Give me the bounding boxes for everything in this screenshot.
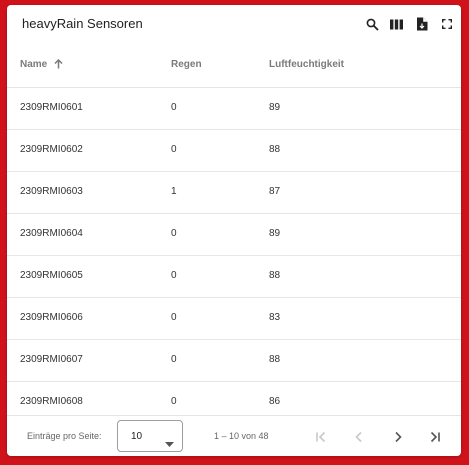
cell-regen: 0 [171, 144, 177, 155]
cell-name: 2309RMI0602 [20, 144, 83, 155]
table-pagination: Einträge pro Seite: 10 1 – 10 von 48 [7, 415, 461, 456]
cell-name: 2309RMI0607 [20, 354, 83, 365]
sort-ascending-icon[interactable] [54, 58, 63, 72]
columns-icon[interactable] [388, 16, 404, 32]
cell-luftfeuchtigkeit: 88 [269, 144, 281, 155]
first-page-icon[interactable] [313, 429, 329, 445]
cell-name: 2309RMI0606 [20, 312, 83, 323]
column-header-label: Name [20, 59, 48, 70]
export-icon[interactable] [414, 16, 430, 32]
search-icon[interactable] [364, 16, 380, 32]
table-row[interactable]: 2309RMI0603 1 87 [7, 172, 461, 214]
cell-name: 2309RMI0608 [20, 396, 83, 407]
table-body: 2309RMI0601 0 89 2309RMI0602 0 88 2309RM… [7, 88, 461, 415]
cell-name: 2309RMI0604 [20, 228, 83, 239]
dropdown-arrow-icon [165, 434, 174, 452]
pagination-range: 1 – 10 von 48 [214, 431, 269, 441]
cell-regen: 0 [171, 270, 177, 281]
cell-luftfeuchtigkeit: 83 [269, 312, 281, 323]
cell-regen: 0 [171, 228, 177, 239]
cell-name: 2309RMI0605 [20, 270, 83, 281]
cell-luftfeuchtigkeit: 89 [269, 102, 281, 113]
cell-luftfeuchtigkeit: 88 [269, 354, 281, 365]
fullscreen-icon[interactable] [439, 16, 455, 32]
table-row[interactable]: 2309RMI0605 0 88 [7, 256, 461, 298]
cell-luftfeuchtigkeit: 87 [269, 186, 281, 197]
table-row[interactable]: 2309RMI0608 0 86 [7, 382, 461, 415]
next-page-icon[interactable] [390, 429, 406, 445]
rows-per-page-label: Einträge pro Seite: [27, 431, 102, 441]
rows-per-page-value: 10 [131, 431, 143, 442]
cell-luftfeuchtigkeit: 89 [269, 228, 281, 239]
table-row[interactable]: 2309RMI0601 0 89 [7, 88, 461, 130]
table-row[interactable]: 2309RMI0602 0 88 [7, 130, 461, 172]
rows-per-page-select[interactable]: 10 [117, 420, 183, 452]
table-row[interactable]: 2309RMI0607 0 88 [7, 340, 461, 382]
column-header-name[interactable]: Name [20, 58, 63, 72]
cell-regen: 0 [171, 354, 177, 365]
table-row[interactable]: 2309RMI0604 0 89 [7, 214, 461, 256]
cell-name: 2309RMI0601 [20, 102, 83, 113]
column-header-regen[interactable]: Regen [171, 59, 202, 70]
cell-regen: 0 [171, 396, 177, 407]
cell-regen: 0 [171, 102, 177, 113]
table-header-row: Name Regen Luftfeuchtigkeit [7, 43, 461, 88]
previous-page-icon[interactable] [351, 429, 367, 445]
table-toolbar: heavyRain Sensoren [7, 5, 461, 43]
last-page-icon[interactable] [427, 429, 443, 445]
cell-luftfeuchtigkeit: 86 [269, 396, 281, 407]
cell-regen: 1 [171, 186, 177, 197]
sensor-table-card: heavyRain Sensoren Name Regen Luftfeucht… [7, 5, 461, 456]
cell-name: 2309RMI0603 [20, 186, 83, 197]
column-header-luftfeuchtigkeit[interactable]: Luftfeuchtigkeit [269, 59, 344, 70]
cell-luftfeuchtigkeit: 88 [269, 270, 281, 281]
table-title: heavyRain Sensoren [22, 16, 143, 31]
cell-regen: 0 [171, 312, 177, 323]
table-row[interactable]: 2309RMI0606 0 83 [7, 298, 461, 340]
